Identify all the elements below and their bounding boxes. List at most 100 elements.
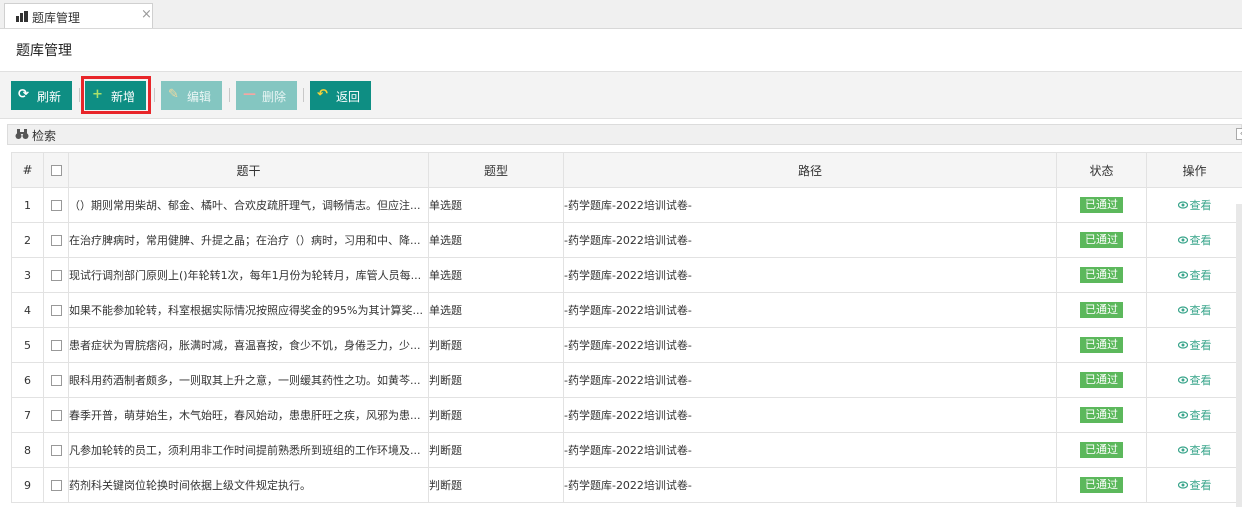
view-label: 查看 bbox=[1189, 409, 1212, 422]
table-row[interactable]: 9 药剂科关键岗位轮换时间依据上级文件规定执行。 判断题 -药学题库-2022培训试卷… bbox=[11, 467, 1242, 503]
row-index: 7 bbox=[11, 397, 44, 433]
row-type: 单选题 bbox=[428, 292, 564, 328]
toolbar: ⟳ 刷新 + 新增 ✎ 编辑 — 删除 ↶ 返回 bbox=[0, 71, 1242, 119]
row-checkbox[interactable] bbox=[50, 445, 62, 456]
header-type[interactable]: 题型 bbox=[428, 152, 564, 188]
row-stem: 凡参加轮转的员工，须利用非工作时间提前熟悉所到班组的工作环境及... bbox=[68, 432, 429, 468]
view-link[interactable]: 查看 bbox=[1177, 199, 1212, 212]
view-label: 查看 bbox=[1189, 199, 1212, 212]
row-status-cell: 已通过 bbox=[1056, 257, 1147, 293]
page-title: 题库管理 bbox=[16, 43, 72, 59]
row-checkbox[interactable] bbox=[50, 305, 62, 316]
back-button[interactable]: ↶ 返回 bbox=[310, 81, 371, 110]
row-type: 判断题 bbox=[428, 467, 564, 503]
header-select-all bbox=[43, 152, 69, 188]
view-link[interactable]: 查看 bbox=[1177, 304, 1212, 317]
header-status[interactable]: 状态 bbox=[1056, 152, 1147, 188]
row-path: -药学题库-2022培训试卷- bbox=[563, 327, 1057, 363]
row-select-cell bbox=[43, 467, 69, 503]
view-link[interactable]: 查看 bbox=[1177, 269, 1212, 282]
row-stem: 春季开普，萌芽始生，木气始旺，春风始动，患患肝旺之疾，风邪为患... bbox=[68, 397, 429, 433]
row-select-cell bbox=[43, 327, 69, 363]
row-select-cell bbox=[43, 222, 69, 258]
row-checkbox[interactable] bbox=[50, 270, 62, 281]
tab-question-bank[interactable]: 题库管理 × bbox=[4, 3, 153, 28]
select-all-checkbox[interactable] bbox=[50, 165, 62, 176]
grid-icon bbox=[16, 11, 28, 22]
eye-icon bbox=[1177, 236, 1188, 244]
edit-label: 编辑 bbox=[187, 90, 212, 104]
table-row[interactable]: 1 （）期则常用柴胡、郁金、橘叶、合欢皮疏肝理气，调畅情志。但应注... 单选题 -药… bbox=[11, 187, 1242, 223]
row-action-cell: 查看 bbox=[1146, 327, 1242, 363]
row-status-cell: 已通过 bbox=[1056, 327, 1147, 363]
row-status-cell: 已通过 bbox=[1056, 467, 1147, 503]
row-select-cell bbox=[43, 187, 69, 223]
toolbar-divider bbox=[303, 88, 304, 102]
row-select-cell bbox=[43, 292, 69, 328]
table-row[interactable]: 4 如果不能参加轮转，科室根据实际情况按照应得奖金的95%为其计算奖... 单选题 -… bbox=[11, 292, 1242, 328]
status-badge: 已通过 bbox=[1080, 477, 1123, 493]
row-type: 单选题 bbox=[428, 222, 564, 258]
back-label: 返回 bbox=[336, 90, 361, 104]
row-checkbox[interactable] bbox=[50, 235, 62, 246]
table-row[interactable]: 7 春季开普，萌芽始生，木气始旺，春风始动，患患肝旺之疾，风邪为患... 判断题 -药… bbox=[11, 397, 1242, 433]
row-checkbox[interactable] bbox=[50, 480, 62, 491]
delete-button[interactable]: — 删除 bbox=[236, 81, 297, 110]
search-panel-header[interactable]: 检索 ‹ bbox=[7, 124, 1242, 145]
row-index: 2 bbox=[11, 222, 44, 258]
toolbar-divider bbox=[154, 88, 155, 102]
table-row[interactable]: 6 眼科用药酒制者颇多，一则取其上升之意，一则缓其药性之功。如黄芩... 判断题 -药… bbox=[11, 362, 1242, 398]
row-path: -药学题库-2022培训试卷- bbox=[563, 257, 1057, 293]
row-stem: 眼科用药酒制者颇多，一则取其上升之意，一则缓其药性之功。如黄芩... bbox=[68, 362, 429, 398]
view-link[interactable]: 查看 bbox=[1177, 409, 1212, 422]
undo-icon: ↶ bbox=[317, 87, 328, 102]
row-action-cell: 查看 bbox=[1146, 467, 1242, 503]
plus-icon: + bbox=[92, 87, 103, 102]
row-status-cell: 已通过 bbox=[1056, 432, 1147, 468]
row-status-cell: 已通过 bbox=[1056, 187, 1147, 223]
row-stem: 药剂科关键岗位轮换时间依据上级文件规定执行。 bbox=[68, 467, 429, 503]
row-checkbox[interactable] bbox=[50, 375, 62, 386]
edit-button[interactable]: ✎ 编辑 bbox=[161, 81, 222, 110]
row-path: -药学题库-2022培训试卷- bbox=[563, 222, 1057, 258]
view-link[interactable]: 查看 bbox=[1177, 374, 1212, 387]
view-label: 查看 bbox=[1189, 339, 1212, 352]
header-stem[interactable]: 题干 bbox=[68, 152, 429, 188]
row-status-cell: 已通过 bbox=[1056, 292, 1147, 328]
row-path: -药学题库-2022培训试卷- bbox=[563, 432, 1057, 468]
close-icon[interactable]: × bbox=[141, 7, 152, 22]
table-row[interactable]: 5 患者症状为胃脘痞闷，胀满时减，喜温喜按，食少不饥，身倦乏力，少... 判断题 -药… bbox=[11, 327, 1242, 363]
header-path[interactable]: 路径 bbox=[563, 152, 1057, 188]
row-checkbox[interactable] bbox=[50, 410, 62, 421]
refresh-icon: ⟳ bbox=[18, 87, 29, 102]
status-badge: 已通过 bbox=[1080, 407, 1123, 423]
view-link[interactable]: 查看 bbox=[1177, 479, 1212, 492]
row-index: 8 bbox=[11, 432, 44, 468]
row-status-cell: 已通过 bbox=[1056, 222, 1147, 258]
table-row[interactable]: 3 现试行调剂部门原则上()年轮转1次，每年1月份为轮转月，库管人员每... 单选题… bbox=[11, 257, 1242, 293]
delete-label: 删除 bbox=[262, 90, 287, 104]
view-link[interactable]: 查看 bbox=[1177, 444, 1212, 457]
table-row[interactable]: 8 凡参加轮转的员工，须利用非工作时间提前熟悉所到班组的工作环境及... 判断题 -药… bbox=[11, 432, 1242, 468]
row-action-cell: 查看 bbox=[1146, 222, 1242, 258]
view-label: 查看 bbox=[1189, 444, 1212, 457]
eye-icon bbox=[1177, 481, 1188, 489]
status-badge: 已通过 bbox=[1080, 302, 1123, 318]
eye-icon bbox=[1177, 341, 1188, 349]
collapse-icon[interactable]: ‹ bbox=[1236, 128, 1242, 140]
toolbar-divider bbox=[229, 88, 230, 102]
row-checkbox[interactable] bbox=[50, 200, 62, 211]
add-button[interactable]: + 新增 bbox=[85, 81, 146, 110]
view-label: 查看 bbox=[1189, 304, 1212, 317]
view-link[interactable]: 查看 bbox=[1177, 234, 1212, 247]
status-badge: 已通过 bbox=[1080, 337, 1123, 353]
refresh-button[interactable]: ⟳ 刷新 bbox=[11, 81, 72, 110]
row-stem: 现试行调剂部门原则上()年轮转1次，每年1月份为轮转月，库管人员每... bbox=[68, 257, 429, 293]
view-link[interactable]: 查看 bbox=[1177, 339, 1212, 352]
row-action-cell: 查看 bbox=[1146, 397, 1242, 433]
eye-icon bbox=[1177, 306, 1188, 314]
header-action: 操作 bbox=[1146, 152, 1242, 188]
vertical-scrollbar[interactable] bbox=[1236, 204, 1242, 507]
row-checkbox[interactable] bbox=[50, 340, 62, 351]
table-row[interactable]: 2 在治疗脾病时，常用健脾、升提之晶；在治疗（）病时，习用和中、降... 单选题 -药… bbox=[11, 222, 1242, 258]
